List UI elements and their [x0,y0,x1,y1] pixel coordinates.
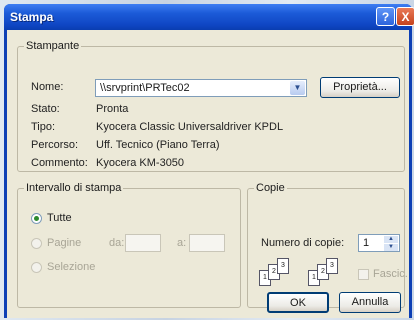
close-button[interactable]: X [396,7,414,26]
status-value: Pronta [96,103,129,115]
collate-page-icon: 3 [277,258,289,274]
printer-group: Stampante [17,40,405,172]
window-title: Stampa [10,10,54,24]
print-range-label: Intervallo di stampa [24,182,124,194]
dialog-body: Stampante Nome: \\srvprint\PRTec02 ▼ Pro… [7,30,409,318]
type-value: Kyocera Classic Universaldriver KPDL [96,121,284,133]
location-value: Uff. Tecnico (Piano Terra) [96,139,220,151]
help-button[interactable]: ? [376,7,395,26]
selection-radio[interactable] [31,262,42,273]
printer-group-label: Stampante [24,40,82,52]
collate-page-icon: 3 [326,258,338,274]
collate-illustration-2: 1 2 3 [308,258,348,288]
comment-label: Commento: [31,157,88,169]
from-page-input[interactable] [125,234,161,252]
title-bar[interactable]: Stampa ? X [4,4,414,30]
cancel-button[interactable]: Annulla [339,292,401,313]
properties-button[interactable]: Proprietà... [320,77,400,98]
decrement-icon[interactable]: ▼ [384,244,398,251]
collate-label[interactable]: Fascic. [373,268,408,280]
to-page-input[interactable] [189,234,225,252]
print-dialog: Stampa ? X Stampante Nome: \\srvprint\PR… [4,4,414,318]
pages-radio[interactable] [31,238,42,249]
printer-name-select[interactable]: \\srvprint\PRTec02 ▼ [95,79,307,97]
from-label: da: [109,237,125,249]
comment-value: Kyocera KM-3050 [96,157,185,169]
location-label: Percorso: [31,139,79,151]
selection-label[interactable]: Selezione [47,261,95,273]
status-label: Stato: [31,103,60,115]
copies-count-label: Numero di copie: [261,237,345,249]
increment-icon[interactable]: ▲ [384,236,398,243]
chevron-down-icon[interactable]: ▼ [290,81,305,95]
ok-button[interactable]: OK [267,292,329,313]
copies-stepper[interactable]: 1 ▲ ▼ [358,234,400,252]
copies-count-value: 1 [363,237,370,249]
collate-checkbox[interactable] [358,269,369,280]
name-label: Nome: [31,81,64,93]
type-label: Tipo: [31,121,56,133]
printer-name-value: \\srvprint\PRTec02 [100,82,190,94]
copies-group-label: Copie [254,182,287,194]
all-pages-radio[interactable] [31,213,42,224]
all-pages-label[interactable]: Tutte [47,212,72,224]
to-label: a: [177,237,187,249]
collate-illustration-1: 1 2 3 [259,258,299,288]
pages-label[interactable]: Pagine [47,237,81,249]
